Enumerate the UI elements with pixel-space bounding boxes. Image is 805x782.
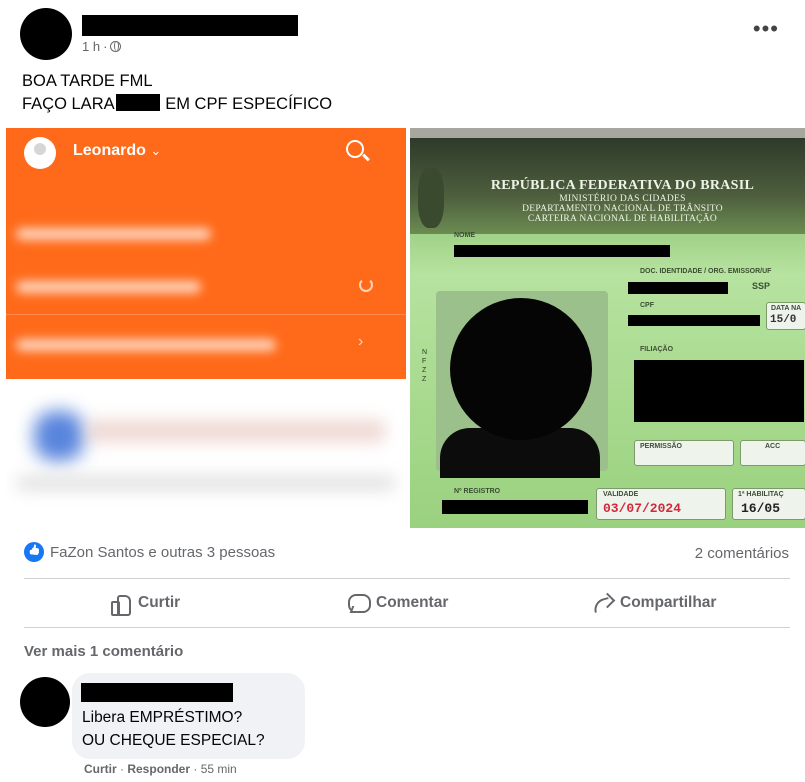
card-title: REPÚBLICA FEDERATIVA DO BRASIL MINISTÉRI… (450, 178, 795, 224)
acc-box: ACC (740, 440, 805, 466)
doc-redacted (628, 282, 728, 294)
acc-label: ACC (765, 443, 781, 450)
nome-redacted (454, 245, 670, 257)
card-title-main: REPÚBLICA FEDERATIVA DO BRASIL (490, 178, 755, 193)
validade-label: VALIDADE (603, 491, 639, 498)
comments-count[interactable]: 2 comentários (695, 545, 789, 562)
post-header: 1 h · ••• (0, 0, 805, 70)
comment-line2: OU CHEQUE ESPECIAL? (82, 732, 265, 749)
nome-label: NOME (454, 232, 475, 239)
post-text-suffix: EM CPF ESPECÍFICO (165, 95, 333, 113)
card-subtitle2: DEPARTAMENTO NACIONAL DE TRÂNSITO (522, 204, 723, 214)
validade-value: 03/07/2024 (603, 501, 682, 516)
more-options-icon[interactable]: ••• (753, 18, 779, 40)
doc-label: DOC. IDENTIDADE / ORG. EMISSOR/UF (640, 268, 772, 275)
share-icon (592, 593, 612, 613)
filiacao-label: FILIAÇÃO (640, 346, 674, 353)
cnh-card: REPÚBLICA FEDERATIVA DO BRASIL MINISTÉRI… (410, 138, 805, 528)
face-redaction (450, 298, 592, 440)
comment-line1: Libera EMPRÉSTIMO? (82, 709, 243, 726)
card-header: REPÚBLICA FEDERATIVA DO BRASIL MINISTÉRI… (410, 138, 805, 234)
divider (24, 627, 790, 628)
commenter-name-redacted[interactable] (81, 683, 233, 702)
reactions-summary[interactable]: FaZon Santos e outras 3 pessoas (24, 542, 275, 562)
author-name-redacted[interactable] (82, 15, 298, 36)
nascimento-box: DATA NA 15/0 (766, 302, 805, 330)
thumbs-up-icon (110, 593, 131, 616)
commenter-avatar[interactable] (20, 677, 70, 727)
refresh-icon (359, 278, 373, 292)
user-avatar-icon (24, 137, 56, 169)
search-icon (346, 140, 364, 158)
blurred-text (86, 420, 386, 442)
post-text: BOA TARDE FML FAÇO LARA EM CPF ESPECÍFIC… (22, 70, 332, 116)
comment-like-link[interactable]: Curtir (84, 762, 117, 776)
comment-actions: Curtir · Responder · 55 min (84, 762, 237, 776)
globe-icon (110, 41, 122, 52)
background-strip (410, 128, 805, 138)
post-meta: 1 h · (82, 39, 122, 54)
like-button[interactable]: Curtir (110, 580, 180, 626)
app-screenshot-image[interactable]: Leonardo ⌄ › (6, 128, 406, 528)
reactions-text[interactable]: FaZon Santos e outras 3 pessoas (50, 544, 275, 561)
post-text-line1: BOA TARDE FML (22, 72, 153, 90)
comment-text: Libera EMPRÉSTIMO? OU CHEQUE ESPECIAL? (82, 706, 265, 752)
card-subtitle3: CARTEIRA NACIONAL DE HABILITAÇÃO (527, 214, 718, 224)
blurred-text (16, 476, 396, 490)
habilitacao-label: 1ª HABILITAÇ (738, 491, 784, 498)
like-label: Curtir (138, 594, 181, 611)
share-label: Compartilhar (620, 594, 717, 611)
side-text: NFZZ (422, 349, 428, 383)
id-card-photo[interactable]: REPÚBLICA FEDERATIVA DO BRASIL MINISTÉRI… (410, 128, 805, 528)
habilitacao-value: 16/05 (741, 501, 781, 516)
nascimento-value: 15/0 (770, 314, 797, 326)
comment-time[interactable]: 55 min (201, 762, 237, 776)
comment-button[interactable]: Comentar (348, 580, 448, 626)
post-time[interactable]: 1 h (82, 39, 100, 54)
comment-label: Comentar (376, 594, 449, 611)
post-text-line2: FAÇO LARA EM CPF ESPECÍFICO (22, 93, 332, 116)
post-actions: Curtir Comentar Compartilhar (24, 580, 790, 626)
post-images[interactable]: Leonardo ⌄ › REPÚBLICA FEDERATIVA DO BRA… (6, 128, 805, 528)
filiacao-redacted (634, 360, 804, 422)
app-header-panel: Leonardo ⌄ › (6, 128, 406, 379)
divider (24, 578, 790, 579)
permissao-box: PERMISSÃO (634, 440, 734, 466)
habilitacao-box: 1ª HABILITAÇ 16/05 (732, 488, 805, 520)
doc-issuer: SSP (752, 281, 771, 291)
blurred-logo (34, 411, 84, 461)
author-avatar[interactable] (20, 8, 72, 60)
blurred-text (16, 228, 211, 240)
blurred-text (16, 281, 201, 293)
meta-separator: · (103, 39, 108, 54)
comment-icon (348, 593, 371, 613)
chevron-right-icon: › (358, 333, 364, 350)
comment-reply-link[interactable]: Responder (127, 762, 190, 776)
like-reaction-icon (24, 542, 44, 562)
share-button[interactable]: Compartilhar (592, 580, 716, 626)
cpf-label: CPF (640, 302, 654, 309)
registro-redacted (442, 500, 588, 514)
coat-of-arms-icon (418, 168, 444, 228)
nascimento-label: DATA NA (771, 305, 802, 312)
divider (6, 314, 406, 315)
post-text-prefix: FAÇO LARA (22, 95, 115, 113)
inline-redaction (115, 94, 160, 111)
comment-bubble: Libera EMPRÉSTIMO? OU CHEQUE ESPECIAL? (72, 673, 305, 759)
permissao-label: PERMISSÃO (640, 443, 683, 450)
card-subtitle1: MINISTÉRIO DAS CIDADES (559, 194, 686, 204)
view-more-comments-link[interactable]: Ver mais 1 comentário (24, 643, 183, 660)
app-user-name: Leonardo ⌄ (73, 142, 162, 159)
cpf-redacted (628, 315, 760, 326)
blurred-text (16, 339, 276, 351)
validade-box: VALIDADE 03/07/2024 (596, 488, 726, 520)
registro-label: Nº REGISTRO (454, 488, 501, 495)
